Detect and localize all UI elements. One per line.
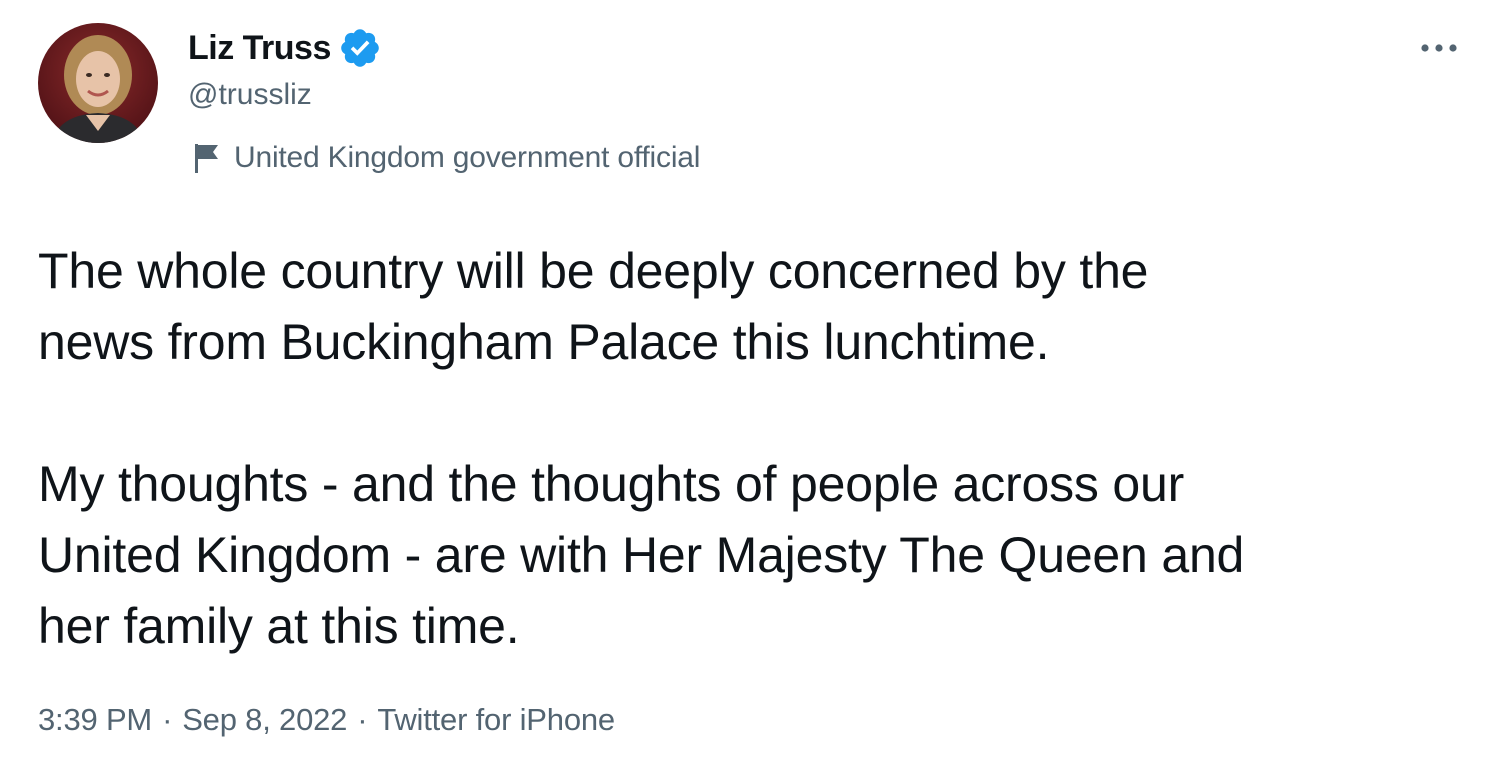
- affiliation-label-row: United Kingdom government official: [192, 138, 700, 178]
- tweet-source[interactable]: Twitter for iPhone: [377, 702, 615, 738]
- more-options-button[interactable]: [1412, 30, 1466, 66]
- tweet-paragraph: The whole country will be deeply concern…: [38, 243, 1149, 370]
- flag-icon: [192, 142, 222, 174]
- tweet-time[interactable]: 3:39 PM: [38, 702, 152, 738]
- tweet-text: The whole country will be deeply concern…: [38, 236, 1478, 662]
- tweet-paragraph: My thoughts - and the thoughts of people…: [38, 456, 1245, 654]
- tweet-metadata: 3:39 PM · Sep 8, 2022 · Twitter for iPho…: [38, 698, 615, 742]
- avatar-photo: [38, 23, 158, 143]
- author-handle[interactable]: @trussliz: [188, 78, 312, 112]
- author-name-row: Liz Truss: [188, 26, 382, 70]
- tweet-card: Liz Truss @trussliz United Kingdom gover…: [0, 0, 1500, 764]
- separator-dot: ·: [162, 702, 173, 737]
- verified-badge-icon: [338, 26, 382, 70]
- government-label: United Kingdom government official: [234, 141, 701, 174]
- author-display-name[interactable]: Liz Truss: [188, 29, 331, 68]
- author-avatar[interactable]: [38, 23, 158, 143]
- tweet-date[interactable]: Sep 8, 2022: [182, 702, 347, 738]
- more-horizontal-icon: [1421, 44, 1457, 52]
- separator-dot: ·: [357, 702, 368, 737]
